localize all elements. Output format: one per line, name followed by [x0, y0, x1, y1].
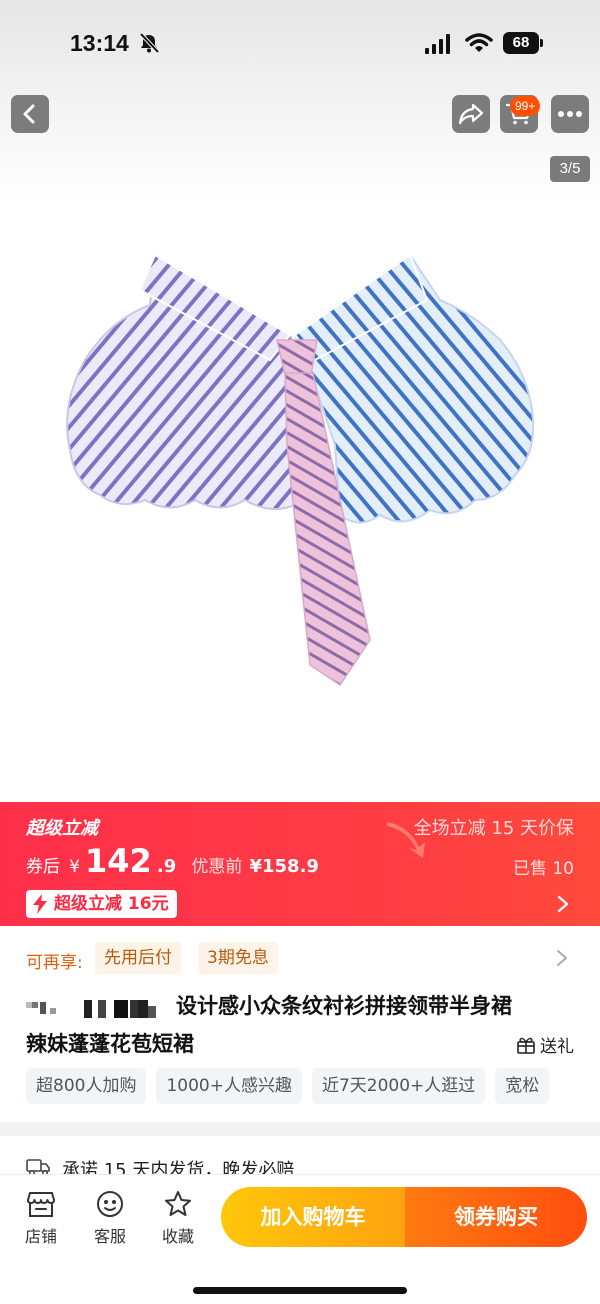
- star-icon: [165, 1191, 191, 1216]
- more-dots-icon: [558, 111, 582, 117]
- price-integer: 142: [85, 842, 152, 880]
- home-indicator[interactable]: [193, 1287, 407, 1294]
- lightning-icon: [33, 894, 47, 914]
- battery-indicator: 68: [503, 32, 543, 54]
- product-hero[interactable]: 13:14 68 99+ 3/5: [0, 0, 600, 802]
- buy-with-coupon-button[interactable]: 领券购买: [405, 1187, 587, 1247]
- shop-tab-label: 店铺: [24, 1227, 57, 1246]
- pay-later-chip[interactable]: 先用后付: [95, 942, 181, 974]
- product-title-line2: 辣妹蓬蓬花苞短裙: [26, 1032, 194, 1056]
- promo-banner[interactable]: 超级立减 全场立减 15 天价保 券后 ¥ 142 .9 优惠前 ¥158.9 …: [0, 802, 600, 926]
- price-row: 券后 ¥ 142 .9 优惠前 ¥158.9: [26, 842, 319, 880]
- wifi-icon: [465, 33, 493, 52]
- back-button[interactable]: [11, 95, 49, 133]
- discount-badge-label: 超级立减 16元: [54, 894, 169, 914]
- product-title-line1: 设计感小众条纹衬衫拼接领带半身裙: [176, 994, 512, 1018]
- tag-chip: 超800人加购: [26, 1068, 147, 1104]
- signal-icon: [425, 34, 450, 54]
- payment-options-label: 可再享:: [26, 953, 83, 973]
- chevron-right-icon[interactable]: [556, 894, 570, 914]
- promo-tagline: 全场立减 15 天价保: [413, 818, 574, 839]
- shop-tab[interactable]: 店铺: [11, 1189, 71, 1247]
- price-currency: ¥: [69, 857, 80, 877]
- cart-count-badge: 99+: [510, 96, 541, 116]
- installment-chip[interactable]: 3期免息: [198, 942, 278, 974]
- promo-arrow-icon: [387, 822, 425, 858]
- share-icon: [458, 103, 484, 125]
- chevron-right-icon[interactable]: [556, 948, 568, 968]
- image-counter: 3/5: [550, 156, 590, 182]
- battery-level: 68: [503, 32, 539, 54]
- favorite-tab[interactable]: 收藏: [148, 1189, 208, 1247]
- tag-chip: 宽松: [495, 1068, 550, 1104]
- sold-count: 已售 10: [512, 859, 574, 879]
- store-icon: [27, 1192, 55, 1217]
- price-label: 券后: [26, 857, 60, 877]
- share-button[interactable]: [452, 95, 490, 133]
- promo-brand: 超级立减: [26, 818, 98, 839]
- battery-tip: [540, 39, 543, 47]
- bell-muted-icon: [139, 32, 160, 54]
- chevron-left-icon: [23, 104, 35, 124]
- gift-button[interactable]: 送礼: [516, 1032, 574, 1057]
- status-time: 13:14: [70, 30, 129, 56]
- original-price: ¥158.9: [249, 856, 319, 877]
- customer-service-tab[interactable]: 客服: [80, 1189, 140, 1247]
- customer-service-label: 客服: [93, 1227, 126, 1246]
- original-price-label: 优惠前: [191, 857, 243, 877]
- more-button[interactable]: [551, 95, 589, 133]
- tag-chip: 1000+人感兴趣: [156, 1068, 302, 1104]
- price-decimal: .9: [156, 856, 177, 877]
- product-image[interactable]: [55, 245, 555, 705]
- gift-icon: [517, 1037, 535, 1054]
- tag-chip: 近7天2000+人逛过: [311, 1068, 486, 1104]
- tag-row: 超800人加购 1000+人感兴趣 近7天2000+人逛过 宽松: [26, 1068, 600, 1104]
- bottom-action-bar: 店铺 客服 收藏 加入购物车 领券购买: [0, 1174, 600, 1304]
- status-bar: 13:14 68: [0, 0, 600, 90]
- discount-badge: 超级立减 16元: [26, 890, 177, 918]
- customer-service-icon: [97, 1191, 123, 1217]
- gift-label: 送礼: [540, 1037, 574, 1057]
- censored-brand-mark: [26, 1000, 156, 1018]
- favorite-label: 收藏: [161, 1227, 194, 1246]
- product-info-card: 可再享: 先用后付 3期免息 设计感小众条纹衬衫拼接领带半身裙 辣妹蓬蓬花苞短裙…: [0, 926, 600, 1122]
- add-to-cart-button[interactable]: 加入购物车: [221, 1187, 405, 1247]
